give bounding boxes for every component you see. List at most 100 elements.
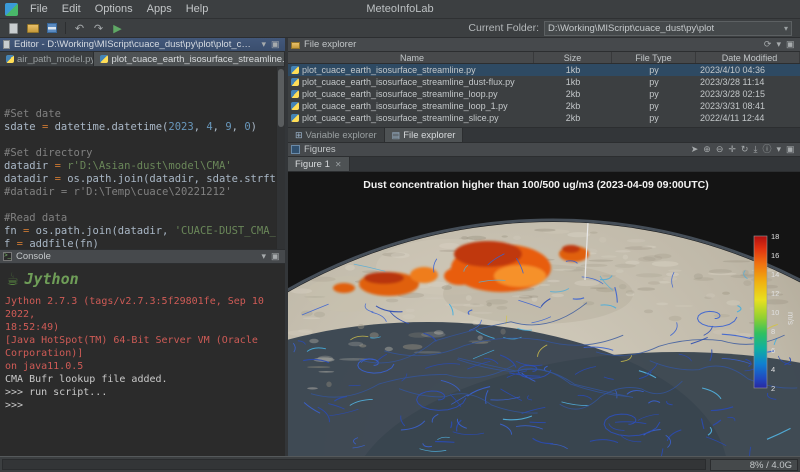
figures-toolbar: ➤⊕⊖✛↻⤓ⓘ: [688, 143, 774, 156]
explorer-tabbar: ⊞ Variable explorer ▤ File explorer: [288, 128, 800, 143]
explorer-tab-label: File explorer: [403, 130, 455, 141]
menu-help[interactable]: Help: [179, 0, 216, 18]
zoom-out-icon[interactable]: ⊖: [713, 143, 726, 156]
python-file-icon: [291, 114, 299, 122]
zoom-in-icon[interactable]: ⊕: [701, 143, 714, 156]
python-file-icon: [291, 78, 299, 86]
jython-logo-text: Jython: [24, 273, 78, 286]
refresh-icon[interactable]: ⟳: [761, 38, 774, 51]
pan-icon[interactable]: ✛: [726, 143, 739, 156]
editor-header[interactable]: Editor - D:\Working\MIScript\cuace_dust\…: [0, 38, 285, 52]
python-file-icon: [291, 102, 299, 110]
figure-title: Dust concentration higher than 100/500 u…: [363, 179, 708, 191]
menubar: File Edit Options Apps Help MeteoInfoLab: [0, 0, 800, 19]
toolbar-separator: [65, 22, 66, 34]
file-table: Name Size File Type Date Modified plot_c…: [288, 52, 800, 127]
coffee-cup-icon: ☕: [7, 269, 18, 289]
svg-text:18: 18: [771, 232, 779, 241]
file-explorer-title: File explorer: [301, 39, 761, 50]
figure-canvas-wrap: 18 16 14 12 10 8 6 4 2 m/s Dust concentr…: [288, 172, 800, 456]
svg-text:14: 14: [771, 270, 779, 279]
menu-options[interactable]: Options: [88, 0, 140, 18]
toolbar: ↶ ↷ ▶ Current Folder: D:\Working\MIScrip…: [0, 19, 800, 38]
svg-text:8: 8: [771, 327, 775, 336]
close-icon[interactable]: ✕: [335, 160, 342, 169]
code-area[interactable]: #Set datesdate = datetime.datetime(2023,…: [0, 67, 285, 249]
svg-text:16: 16: [771, 251, 779, 260]
console-output: Jython 2.7.3 (tags/v2.7.3:5f29801fe, Sep…: [5, 295, 280, 412]
save-figure-icon[interactable]: ⤓: [751, 143, 760, 156]
table-row[interactable]: plot_cuace_earth_isosurface_streamline_s…: [288, 112, 800, 124]
redo-icon[interactable]: ↷: [90, 21, 107, 36]
menu-file[interactable]: File: [23, 0, 55, 18]
rotate-icon[interactable]: ↻: [738, 143, 751, 156]
select-arrow-icon[interactable]: ➤: [688, 143, 701, 156]
console-header[interactable]: >_ Console ▾ ▣: [0, 250, 285, 264]
column-size[interactable]: Size: [534, 52, 612, 63]
editor-scrollbar[interactable]: [276, 67, 285, 249]
open-file-icon[interactable]: [24, 21, 41, 36]
tab-figure-1[interactable]: Figure 1 ✕: [288, 157, 350, 171]
python-file-icon: [291, 66, 299, 74]
save-icon[interactable]: [43, 21, 60, 36]
figures-header[interactable]: Figures ➤⊕⊖✛↻⤓ⓘ ▾ ▣: [288, 143, 800, 157]
info-icon[interactable]: ⓘ: [760, 143, 774, 156]
column-date-modified[interactable]: Date Modified: [696, 52, 800, 63]
menu-edit[interactable]: Edit: [55, 0, 88, 18]
new-script-icon[interactable]: [5, 21, 22, 36]
right-column: File explorer ⟳ ▾ ▣ Name Size File Type …: [288, 38, 800, 456]
current-folder-value: D:\Working\MIScript\cuace_dust\py\plot: [548, 23, 781, 34]
table-row[interactable]: plot_cuace_earth_isosurface_streamline_l…: [288, 88, 800, 100]
editor-scrollbar-thumb[interactable]: [278, 69, 284, 127]
file-table-body: plot_cuace_earth_isosurface_streamline.p…: [288, 64, 800, 127]
status-progress-bar: [2, 459, 706, 470]
editor-minimize-icon[interactable]: ▾: [259, 38, 269, 51]
folder-icon: ▤: [392, 130, 401, 141]
console-minimize-icon[interactable]: ▾: [259, 250, 269, 263]
current-folder-label: Current Folder:: [468, 22, 539, 34]
console-float-icon[interactable]: ▣: [268, 250, 282, 263]
file-table-header[interactable]: Name Size File Type Date Modified: [288, 52, 800, 64]
app-icon: [5, 3, 18, 16]
figures-title: Figures: [301, 144, 688, 155]
column-file-type[interactable]: File Type: [612, 52, 696, 63]
table-row[interactable]: plot_cuace_earth_isosurface_streamline_d…: [288, 76, 800, 88]
file-explorer-panel: File explorer ⟳ ▾ ▣ Name Size File Type …: [288, 38, 800, 128]
undo-icon[interactable]: ↶: [71, 21, 88, 36]
figures-minimize-icon[interactable]: ▾: [774, 143, 784, 156]
svg-text:4: 4: [771, 365, 775, 374]
editor-tab-label: air_path_model.py: [17, 54, 94, 65]
svg-text:2: 2: [771, 384, 775, 393]
editor-tab-plot-cuace[interactable]: plot_cuace_earth_isosurface_streamline.p…: [94, 52, 285, 66]
file-explorer-header[interactable]: File explorer ⟳ ▾ ▣: [288, 38, 800, 52]
python-file-icon: [100, 55, 108, 63]
file-explorer-minimize-icon[interactable]: ▾: [774, 38, 784, 51]
editor-panel: Editor - D:\Working\MIScript\cuace_dust\…: [0, 38, 285, 250]
console-title: Console: [13, 251, 259, 262]
tab-file-explorer[interactable]: ▤ File explorer: [385, 128, 464, 142]
svg-text:12: 12: [771, 289, 779, 298]
table-row[interactable]: plot_cuace_earth_isosurface_streamline.p…: [288, 64, 800, 76]
editor-tab-air-path-model[interactable]: air_path_model.py: [0, 52, 94, 66]
run-script-icon[interactable]: ▶: [109, 21, 126, 36]
editor-panel-icon: [3, 40, 10, 49]
chevron-down-icon[interactable]: ▾: [781, 24, 788, 33]
left-column: Editor - D:\Working\MIScript\cuace_dust\…: [0, 38, 285, 456]
folder-icon: [291, 42, 300, 49]
jython-logo: ☕ Jython: [7, 269, 280, 289]
tab-variable-explorer[interactable]: ⊞ Variable explorer: [288, 128, 385, 142]
table-row[interactable]: plot_cuace_earth_isosurface_streamline_l…: [288, 100, 800, 112]
console-body[interactable]: ☕ Jython Jython 2.7.3 (tags/v2.7.3:5f298…: [0, 264, 285, 456]
current-folder-combo[interactable]: D:\Working\MIScript\cuace_dust\py\plot ▾: [544, 21, 792, 36]
statusbar: 8% / 4.0G: [0, 456, 800, 472]
column-name[interactable]: Name: [288, 52, 534, 63]
svg-text:6: 6: [771, 346, 775, 355]
menu-apps[interactable]: Apps: [140, 0, 179, 18]
svg-text:10: 10: [771, 308, 779, 317]
console-panel: >_ Console ▾ ▣ ☕ Jython Jython 2.7.3 (ta…: [0, 250, 285, 456]
figure-canvas[interactable]: 18 16 14 12 10 8 6 4 2 m/s Dust concentr…: [288, 172, 800, 456]
editor-float-icon[interactable]: ▣: [268, 38, 282, 51]
colorbar-unit-label: m/s: [786, 312, 795, 325]
file-explorer-float-icon[interactable]: ▣: [783, 38, 797, 51]
figures-float-icon[interactable]: ▣: [783, 143, 797, 156]
